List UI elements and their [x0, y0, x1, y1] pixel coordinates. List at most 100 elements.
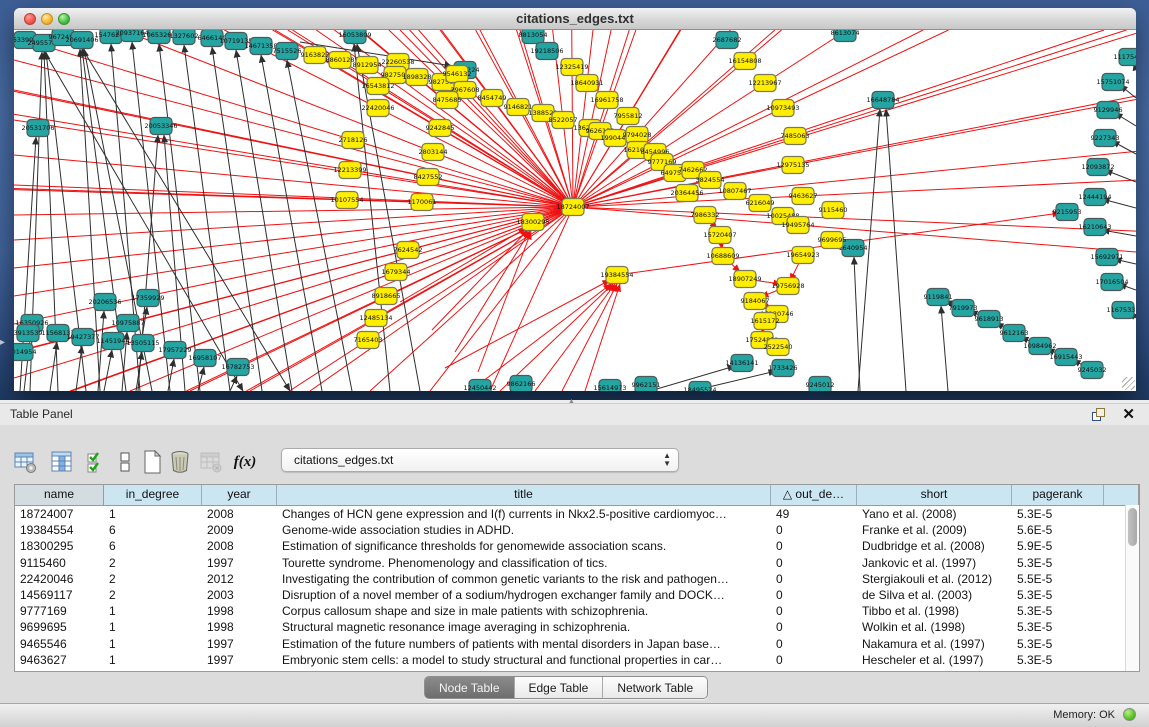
close-panel-icon[interactable]: ✕ [1122, 405, 1135, 423]
table-cell[interactable]: 1997 [202, 652, 277, 668]
graph-edge[interactable] [159, 44, 200, 391]
table-row[interactable]: 1456911722003Disruption of a novel membe… [15, 587, 1139, 603]
table-cell[interactable]: 5.3E-5 [1012, 636, 1104, 652]
table-cell[interactable]: 18300295 [15, 538, 104, 554]
graph-edge[interactable] [138, 135, 158, 391]
table-cell[interactable]: 2 [104, 555, 202, 571]
table-cell[interactable]: 5.6E-5 [1012, 522, 1104, 538]
graph-node[interactable]: 9184067 [741, 293, 770, 310]
table-row[interactable]: 911546021997Tourette syndrome. Phenomeno… [15, 555, 1139, 571]
table-row[interactable]: 1872400712008Changes of HCN gene express… [15, 506, 1139, 522]
column-header-pagerank[interactable]: pagerank [1012, 485, 1104, 505]
table-cell[interactable]: 5.3E-5 [1012, 652, 1104, 668]
graph-node[interactable]: 12975135 [776, 157, 809, 174]
table-cell[interactable]: Jankovic et al. (1997) [857, 555, 1012, 571]
table-cell[interactable]: 5.9E-5 [1012, 538, 1104, 554]
table-cell[interactable]: Wolkin et al. (1998) [857, 619, 1012, 635]
graph-node[interactable]: 18907249 [728, 271, 761, 288]
graph-edge[interactable] [14, 207, 573, 215]
window-resize-grip[interactable] [1122, 377, 1135, 390]
graph-edge[interactable] [104, 350, 112, 391]
graph-node[interactable]: 12213399 [333, 162, 366, 179]
table-cell[interactable]: 9699695 [15, 619, 104, 635]
graph-edge[interactable] [490, 207, 573, 391]
graph-edge[interactable] [184, 45, 230, 391]
table-cell[interactable]: Yano et al. (2008) [857, 506, 1012, 522]
table-cell[interactable]: 18724007 [15, 506, 104, 522]
graph-node[interactable]: 7515526 [273, 43, 302, 60]
graph-node[interactable]: 9245012 [806, 377, 835, 392]
graph-node[interactable]: 10107554 [330, 192, 363, 209]
table-cell[interactable]: 9777169 [15, 603, 104, 619]
graph-edge[interactable] [573, 100, 607, 207]
table-cell[interactable]: 0 [771, 636, 857, 652]
table-cell[interactable]: 9463627 [15, 652, 104, 668]
graph-node[interactable]: 14136141 [725, 355, 758, 372]
table-cell[interactable]: 5.3E-5 [1012, 619, 1104, 635]
graph-edge[interactable] [941, 306, 948, 391]
select-rows-button[interactable] [84, 449, 110, 475]
graph-edge[interactable] [14, 90, 573, 207]
table-cell[interactable]: 1998 [202, 619, 277, 635]
graph-node[interactable]: 9546132 [443, 66, 472, 83]
table-row[interactable]: 969969511998Structural magnetic resonanc… [15, 619, 1139, 635]
table-cell[interactable]: Dudbridge et al. (2008) [857, 538, 1012, 554]
graph-node[interactable]: 8860128 [326, 52, 355, 69]
table-cell[interactable]: Hescheler et al. (1997) [857, 652, 1012, 668]
graph-node[interactable]: 1170061 [408, 194, 437, 211]
graph-node[interactable]: 9612163 [1000, 325, 1029, 342]
table-cell[interactable]: Stergiakouli et al. (2012) [857, 571, 1012, 587]
graph-edge[interactable] [430, 207, 573, 391]
graph-node[interactable]: 12325419 [555, 59, 588, 76]
table-settings-button[interactable] [12, 449, 38, 475]
graph-edge[interactable] [572, 67, 573, 207]
table-cell[interactable]: 9115460 [15, 555, 104, 571]
table-cell[interactable]: 0 [771, 619, 857, 635]
graph-node[interactable]: 7165403 [354, 332, 383, 349]
table-cell[interactable]: 0 [771, 603, 857, 619]
graph-node[interactable]: 9227343 [1091, 130, 1120, 147]
table-row[interactable]: 946362711997Embryonic stem cells: a mode… [15, 652, 1139, 668]
graph-edge[interactable] [628, 30, 680, 116]
table-cell[interactable]: 22420046 [15, 571, 104, 587]
table-cell[interactable]: 1 [104, 636, 202, 652]
table-cell[interactable]: Genome-wide association studies in ADHD. [277, 522, 771, 538]
graph-node[interactable]: 6216049 [746, 195, 775, 212]
table-cell[interactable]: Investigating the contribution of common… [277, 571, 771, 587]
table-cell[interactable]: 6 [104, 522, 202, 538]
network-canvas[interactable]: 1633992424955724967249120691406154762452… [14, 30, 1136, 391]
table-cell[interactable]: Tibbo et al. (1998) [857, 603, 1012, 619]
tab-network-table[interactable]: Network Table [603, 677, 707, 698]
graph-edge[interactable] [793, 100, 1136, 165]
graph-edge[interactable] [76, 346, 82, 391]
table-row[interactable]: 946554611997Estimation of the future num… [15, 636, 1139, 652]
graph-node[interactable]: 2803144 [419, 144, 448, 161]
table-cell[interactable]: 2 [104, 571, 202, 587]
graph-edge[interactable] [250, 207, 573, 391]
table-cell[interactable]: Tourette syndrome. Phenomenology and cla… [277, 555, 771, 571]
table-row[interactable]: 1938455462009Genome-wide association stu… [15, 522, 1139, 538]
graph-node[interactable]: 8613074 [831, 30, 860, 42]
table-cell[interactable]: 1997 [202, 555, 277, 571]
graph-edge[interactable] [886, 109, 906, 391]
table-cell[interactable]: 0 [771, 538, 857, 554]
table-cell[interactable]: 14569117 [15, 587, 104, 603]
graph-node[interactable]: 1679344 [382, 264, 411, 281]
graph-node[interactable]: 19218506 [530, 43, 563, 60]
column-header-name[interactable]: name [15, 485, 104, 505]
table-cell[interactable]: 5.5E-5 [1012, 571, 1104, 587]
table-cell[interactable]: 2008 [202, 506, 277, 522]
column-header-out_de[interactable]: △ out_de… [771, 485, 857, 505]
graph-node[interactable]: 7986332 [691, 207, 720, 224]
column-header-title[interactable]: title [277, 485, 771, 505]
graph-node[interactable]: 16958107 [188, 350, 221, 367]
graph-node[interactable]: 8475685 [433, 92, 462, 109]
table-cell[interactable]: Disruption of a novel member of a sodium… [277, 587, 771, 603]
graph-node[interactable]: 9463627 [789, 188, 818, 205]
graph-node[interactable]: 3913539 [14, 325, 42, 342]
graph-node[interactable]: 8813054 [519, 30, 548, 44]
table-cell[interactable]: Nakamura et al. (1997) [857, 636, 1012, 652]
graph-edge[interactable] [1105, 170, 1136, 182]
graph-node[interactable]: 7624542 [394, 242, 423, 259]
tab-edge-table[interactable]: Edge Table [515, 677, 604, 698]
